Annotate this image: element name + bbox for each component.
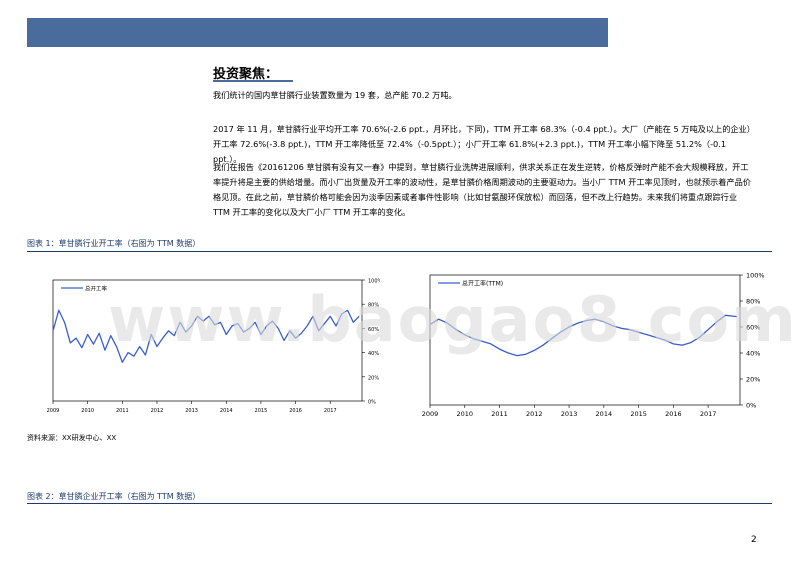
x-tick-label: 2010: [81, 408, 94, 414]
x-tick-label: 2015: [630, 410, 647, 418]
x-tick-label: 2010: [456, 410, 473, 418]
y-tick-label: 100%: [746, 272, 765, 280]
figure1-caption: 图表 1：草甘膦行业开工率（右图为 TTM 数据）: [27, 239, 201, 248]
section-title: 投资聚焦：: [213, 63, 293, 82]
x-tick-label: 2014: [596, 410, 613, 418]
legend-label: 总开工率: [85, 285, 108, 293]
x-tick-label: 2011: [116, 408, 129, 414]
x-tick-label: 2017: [700, 410, 717, 418]
x-tick-label: 2016: [665, 410, 682, 418]
x-tick-label: 2017: [324, 408, 337, 414]
x-tick-label: 2013: [561, 410, 578, 418]
y-tick-label: 20%: [368, 375, 379, 381]
x-tick-label: 2013: [185, 408, 198, 414]
y-tick-label: 0%: [368, 400, 376, 406]
header-banner: [27, 18, 608, 47]
y-tick-label: 20%: [746, 376, 760, 384]
caption-divider: [27, 503, 772, 504]
x-tick-label: 2009: [422, 410, 439, 418]
x-tick-label: 2015: [255, 408, 268, 414]
paragraph-outlook: 我们在报告《20161206 草甘膦有没有又一春》中提到，草甘膦行业洗牌进展顺利…: [213, 162, 751, 217]
watermark: www.baogao8.com: [108, 283, 798, 356]
page-number: 2: [751, 535, 757, 545]
x-tick-label: 2016: [289, 408, 302, 414]
figure2-caption: 图表 2：草甘膦企业开工率（右图为 TTM 数据）: [27, 492, 201, 501]
x-tick-label: 2011: [491, 410, 508, 418]
x-tick-label: 2009: [47, 408, 60, 414]
x-tick-label: 2012: [151, 408, 164, 414]
x-tick-label: 2014: [220, 408, 233, 414]
caption-divider: [27, 251, 772, 252]
x-tick-label: 2012: [526, 410, 543, 418]
y-tick-label: 0%: [746, 402, 756, 410]
title-underline: [213, 80, 293, 82]
source-note: 资料来源：XX研发中心、XX: [27, 434, 117, 442]
paragraph-capacity: 我们统计的国内草甘膦行业装置数量为 19 套，总产能 70.2 万吨。: [213, 90, 457, 100]
